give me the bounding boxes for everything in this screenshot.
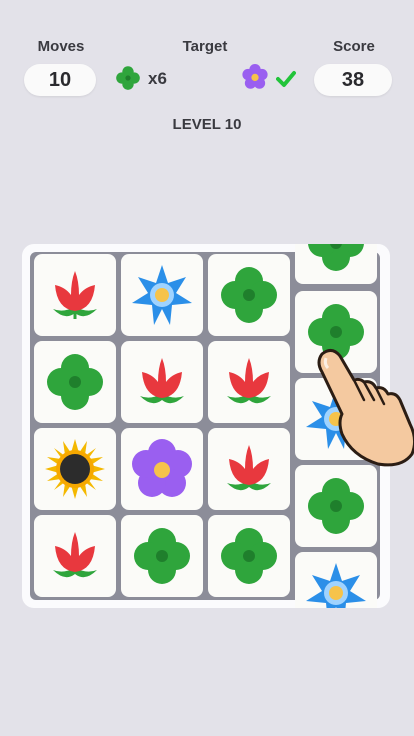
tile-clover[interactable] (208, 254, 290, 336)
sunflower-icon (45, 439, 105, 499)
purple-flower-icon (132, 439, 192, 497)
tile-purple-flower[interactable] (121, 428, 203, 510)
clover-icon (221, 528, 277, 584)
tile-tulip[interactable] (121, 341, 203, 423)
tile-blue-star[interactable] (295, 552, 377, 608)
tulip-icon (140, 358, 184, 404)
clover-icon (47, 354, 103, 410)
score-label: Score (333, 38, 375, 55)
moves-label: Moves (37, 38, 85, 55)
clover-icon (308, 478, 364, 534)
target-complete-check-icon (276, 70, 296, 88)
tile-blue-star[interactable] (121, 254, 203, 336)
tulip-icon (227, 358, 271, 404)
tile-clover[interactable] (295, 465, 377, 547)
tile-clover[interactable] (208, 515, 290, 597)
target-purple-flower-icon (242, 64, 268, 90)
clover-icon (134, 528, 190, 584)
tile-sunflower[interactable] (34, 428, 116, 510)
level-indicator: LEVEL 10 (172, 116, 242, 133)
clover-icon (308, 244, 364, 271)
tulip-icon (53, 532, 97, 578)
blue-star-flower-icon (306, 563, 366, 608)
clover-icon (221, 267, 277, 323)
tile-tulip[interactable] (34, 515, 116, 597)
blue-star-flower-icon (132, 265, 192, 325)
tulip-icon (227, 445, 271, 491)
tile-clover[interactable] (34, 341, 116, 423)
tile-tulip[interactable] (34, 254, 116, 336)
tile-tulip[interactable] (208, 428, 290, 510)
tutorial-hand-pointer-icon (312, 344, 414, 470)
score-counter: 38 (314, 64, 392, 96)
moves-counter: 10 (24, 64, 96, 96)
target-clover-count: x6 (148, 69, 167, 88)
tulip-icon (53, 271, 97, 319)
tile-clover[interactable] (295, 244, 377, 284)
target-clover-icon (114, 64, 142, 92)
target-label: Target (182, 38, 228, 55)
tile-clover[interactable] (121, 515, 203, 597)
tile-tulip[interactable] (208, 341, 290, 423)
